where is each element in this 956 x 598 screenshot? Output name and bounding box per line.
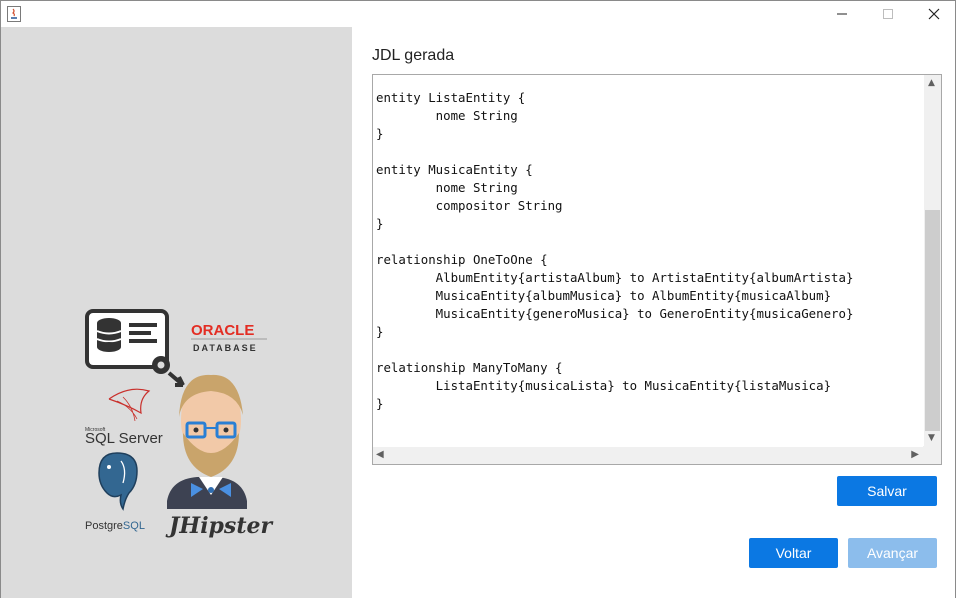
jdl-label: JDL gerada — [372, 47, 455, 64]
database-logos-image: ORACLE DATABASE Microsoft SQL Server Pos… — [85, 309, 273, 539]
code-line: ListaEntity{musicaLista} to MusicaEntity… — [376, 378, 832, 393]
horizontal-scrollbar[interactable]: ◀ ▶ — [373, 447, 924, 464]
scrollbar-corner — [923, 446, 941, 464]
code-line: entity ListaEntity { — [376, 90, 526, 105]
svg-text:PostgreSQL: PostgreSQL — [85, 520, 145, 532]
svg-text:DATABASE: DATABASE — [193, 343, 258, 353]
code-line: nome String — [376, 108, 518, 123]
vertical-scrollbar[interactable]: ▲ ▼ — [924, 75, 941, 447]
code-line: compositor String — [376, 198, 563, 213]
jhipster-mascot-icon — [167, 374, 247, 509]
svg-text:ORACLE: ORACLE — [191, 322, 254, 339]
app-window: ORACLE DATABASE Microsoft SQL Server Pos… — [0, 0, 956, 598]
code-line: entity MusicaEntity { — [376, 162, 533, 177]
svg-text:SQL Server: SQL Server — [85, 430, 163, 447]
vertical-scroll-thumb[interactable] — [925, 210, 940, 431]
scroll-right-arrow-icon[interactable]: ▶ — [911, 450, 919, 460]
next-button[interactable]: Avançar — [848, 538, 937, 568]
back-button[interactable]: Voltar — [749, 538, 838, 568]
scroll-up-arrow-icon[interactable]: ▲ — [928, 79, 935, 88]
svg-text:JHipster: JHipster — [165, 513, 273, 539]
close-icon — [928, 8, 940, 20]
code-line: } — [376, 216, 384, 231]
jdl-textarea[interactable]: entity ListaEntity { nome String} entity… — [372, 74, 942, 465]
minimize-button[interactable] — [819, 1, 865, 27]
code-line: relationship OneToOne { — [376, 252, 548, 267]
title-bar — [1, 1, 955, 27]
code-line: } — [376, 126, 384, 141]
close-button[interactable] — [911, 1, 956, 27]
code-line: relationship ManyToMany { — [376, 360, 563, 375]
java-cup-icon — [7, 6, 21, 22]
postgresql-elephant-icon — [98, 452, 138, 511]
arrow-icon — [167, 371, 185, 387]
maximize-button[interactable] — [865, 1, 911, 27]
code-line: MusicaEntity{generoMusica} to GeneroEnti… — [376, 306, 854, 321]
code-line: AlbumEntity{artistaAlbum} to ArtistaEnti… — [376, 270, 854, 285]
scroll-left-arrow-icon[interactable]: ◀ — [376, 450, 384, 460]
jdl-code[interactable]: entity ListaEntity { nome String} entity… — [376, 89, 853, 413]
code-line: MusicaEntity{albumMusica} to AlbumEntity… — [376, 288, 832, 303]
maximize-icon — [883, 9, 893, 19]
minimize-icon — [837, 13, 847, 15]
save-button[interactable]: Salvar — [837, 476, 937, 506]
code-line: } — [376, 324, 384, 339]
gear-icon — [152, 356, 170, 374]
code-line: nome String — [376, 180, 518, 195]
scroll-down-arrow-icon[interactable]: ▼ — [928, 434, 935, 443]
code-line: } — [376, 396, 384, 411]
